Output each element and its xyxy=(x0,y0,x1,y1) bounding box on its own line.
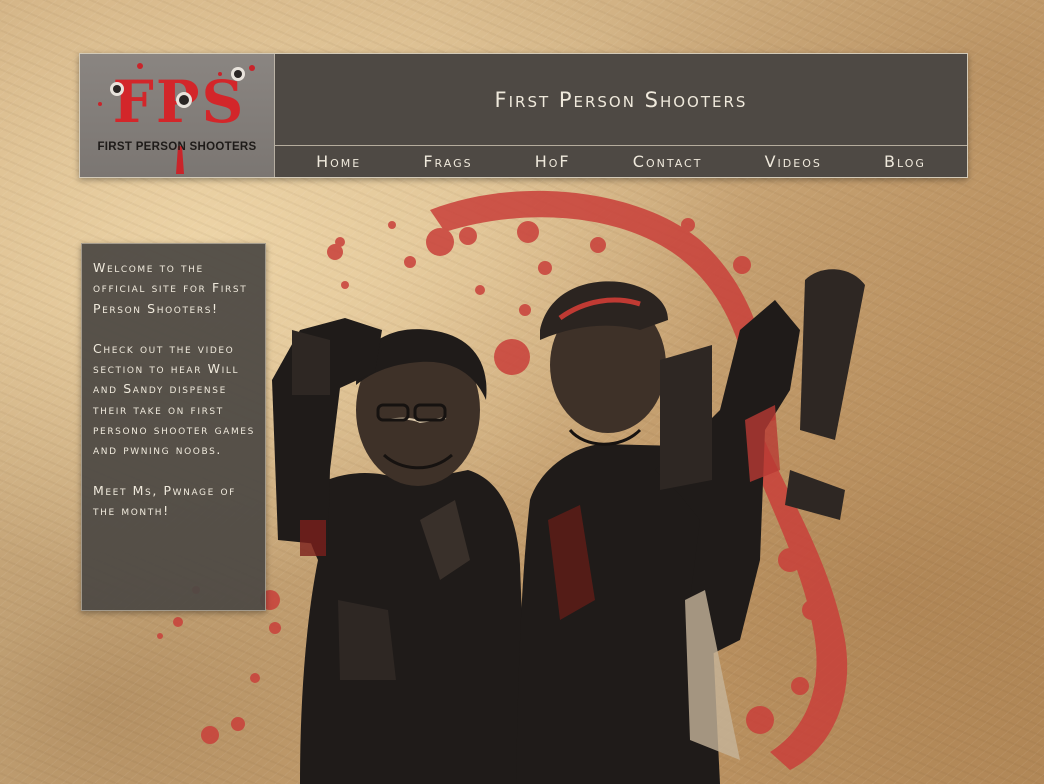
welcome-intro: Welcome to the official site for First P… xyxy=(93,260,248,316)
nav-contact[interactable]: Contact xyxy=(633,152,703,171)
site-title: First Person Shooters xyxy=(494,87,748,112)
person-left xyxy=(272,318,528,784)
bullet-hole-icon xyxy=(176,92,192,108)
main-nav: Home Frags HoF Contact Videos Blog xyxy=(275,146,967,177)
bullet-hole-icon xyxy=(110,82,124,96)
bullet-hole-icon xyxy=(231,67,245,81)
site-logo[interactable]: FPS FIRST PERSON SHOOTERS xyxy=(80,54,275,177)
bullet-hole-icons xyxy=(98,63,255,174)
nav-home[interactable]: Home xyxy=(316,152,361,171)
nav-frags[interactable]: Frags xyxy=(423,152,472,171)
blood-drips xyxy=(98,63,255,174)
welcome-pwnage-link[interactable]: Meet Ms, Pwnage of the month! xyxy=(93,481,255,522)
welcome-panel: Welcome to the official site for First P… xyxy=(81,243,266,611)
nav-hof[interactable]: HoF xyxy=(535,152,571,171)
nav-videos[interactable]: Videos xyxy=(765,152,822,171)
logo-text: FIRST PERSON SHOOTERS xyxy=(97,141,257,153)
site-header: FPS FIRST PERSON SHOOTERS First Person S… xyxy=(79,53,968,178)
nav-blog[interactable]: Blog xyxy=(884,152,926,171)
welcome-video-note: Check out the video section to hear Will… xyxy=(93,340,255,458)
